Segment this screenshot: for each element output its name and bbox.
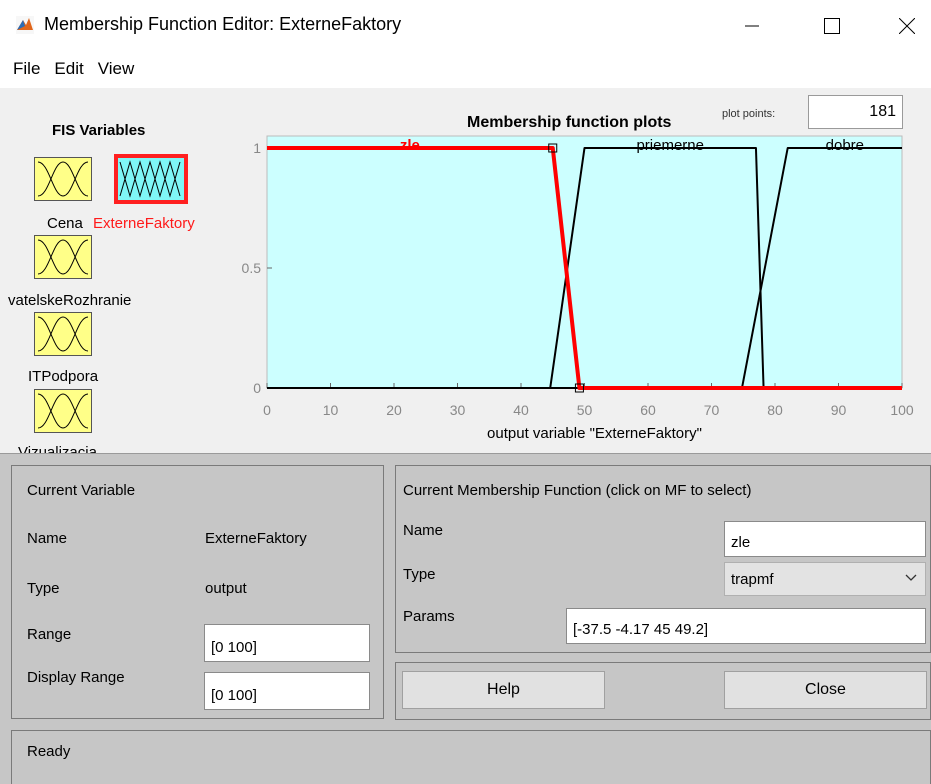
close-button[interactable]: Close bbox=[724, 671, 927, 709]
var-type-label: Type bbox=[27, 580, 60, 597]
membership-function-chart[interactable]: 0 10 20 30 40 50 60 70 80 90 100 0 0.5 1 output variab… bbox=[230, 124, 920, 454]
current-variable-heading: Current Variable bbox=[27, 482, 136, 499]
x-tick-label-10: 100 bbox=[890, 402, 914, 418]
output-var-icon-externefaktory[interactable] bbox=[114, 154, 188, 204]
var-range-label: Range bbox=[27, 626, 72, 643]
help-button[interactable]: Help bbox=[402, 671, 605, 709]
plot-area[interactable] bbox=[266, 135, 903, 389]
mf-label-priemerne[interactable]: priemerne bbox=[636, 137, 704, 154]
x-tick-label-6: 60 bbox=[640, 402, 656, 418]
button-panel: Help Close bbox=[395, 662, 931, 720]
status-panel: Ready bbox=[11, 730, 931, 784]
x-tick-label-3: 30 bbox=[450, 402, 466, 418]
input-var-icon-cena[interactable] bbox=[34, 157, 92, 201]
x-tick-label-5: 50 bbox=[577, 402, 593, 418]
x-tick-label-0: 0 bbox=[263, 402, 271, 418]
mf-shape-icon bbox=[37, 161, 89, 197]
x-axis-label: output variable "ExterneFaktory" bbox=[487, 425, 702, 442]
mf-name-field[interactable]: zle bbox=[724, 521, 926, 557]
mf-label-dobre[interactable]: dobre bbox=[826, 137, 864, 154]
title-bar: Membership Function Editor: ExterneFakto… bbox=[0, 0, 931, 52]
mf-type-label: Type bbox=[403, 566, 436, 583]
var-display-range-label: Display Range bbox=[27, 669, 125, 686]
mf-label-zle[interactable]: zle bbox=[400, 137, 420, 154]
mf-name-label: Name bbox=[403, 522, 444, 539]
menu-file[interactable]: File bbox=[12, 57, 41, 81]
maximize-icon[interactable] bbox=[809, 6, 855, 46]
minimize-icon[interactable] bbox=[729, 6, 775, 46]
var-range-field[interactable]: [0 100] bbox=[204, 624, 370, 662]
mf-params-field[interactable]: [-37.5 -4.17 45 49.2] bbox=[566, 608, 926, 644]
fis-variables-heading: FIS Variables bbox=[52, 122, 146, 139]
x-tick-label-4: 40 bbox=[513, 402, 529, 418]
figure-area: FIS Variables Cena ExterneFaktory vatels… bbox=[0, 88, 931, 784]
input-var-icon-rozhranie[interactable] bbox=[34, 235, 92, 279]
menu-view[interactable]: View bbox=[97, 57, 136, 81]
mf-shape-icon bbox=[119, 160, 181, 198]
x-tick-label-1: 10 bbox=[323, 402, 339, 418]
status-text: Ready bbox=[27, 743, 71, 760]
mf-shape-icon bbox=[37, 239, 89, 275]
x-tick-label-9: 90 bbox=[831, 402, 847, 418]
menu-edit[interactable]: Edit bbox=[53, 57, 84, 81]
x-tick-label-8: 80 bbox=[767, 402, 783, 418]
var-type-value: output bbox=[205, 580, 247, 597]
mf-shape-icon bbox=[37, 316, 89, 352]
mf-shape-icon bbox=[37, 393, 89, 429]
mf-type-select[interactable]: trapmf bbox=[724, 562, 926, 596]
menu-bar: File Edit View bbox=[0, 54, 135, 84]
y-tick-label-0: 0 bbox=[253, 380, 261, 396]
current-variable-panel: Current Variable Name ExterneFaktory Typ… bbox=[11, 465, 384, 719]
input-var-icon-vizualizacia[interactable] bbox=[34, 389, 92, 433]
y-tick-label-2: 1 bbox=[253, 140, 261, 156]
var-name-value: ExterneFaktory bbox=[205, 530, 307, 547]
chevron-down-icon bbox=[905, 574, 917, 581]
mf-type-value: trapmf bbox=[731, 570, 774, 588]
close-icon[interactable] bbox=[884, 6, 930, 46]
current-mf-heading: Current Membership Function (click on MF… bbox=[403, 482, 752, 499]
window-title: Membership Function Editor: ExterneFakto… bbox=[44, 14, 402, 34]
input-var-label-rozhranie: vatelskeRozhranie bbox=[8, 292, 132, 309]
var-name-label: Name bbox=[27, 530, 68, 547]
input-var-label-cena: Cena bbox=[47, 215, 83, 232]
var-display-range-field[interactable]: [0 100] bbox=[204, 672, 370, 710]
current-mf-panel: Current Membership Function (click on MF… bbox=[395, 465, 931, 653]
y-tick-label-1: 0.5 bbox=[242, 260, 262, 276]
x-tick-label-2: 20 bbox=[386, 402, 402, 418]
input-var-label-clip: Vizualizacia bbox=[18, 444, 98, 453]
input-var-label-itpodpora: ITPodpora bbox=[28, 368, 99, 385]
input-var-label-vizualizacia: Vizualizacia bbox=[18, 444, 97, 453]
matlab-app-icon bbox=[16, 16, 34, 34]
lower-panels: Current Variable Name ExterneFaktory Typ… bbox=[0, 453, 931, 784]
mf-params-label: Params bbox=[403, 608, 455, 625]
plot-points-label: plot points: bbox=[722, 108, 776, 120]
input-var-icon-itpodpora[interactable] bbox=[34, 312, 92, 356]
output-var-label: ExterneFaktory bbox=[93, 215, 195, 232]
upper-area: FIS Variables Cena ExterneFaktory vatels… bbox=[0, 88, 931, 453]
x-tick-label-7: 70 bbox=[704, 402, 720, 418]
